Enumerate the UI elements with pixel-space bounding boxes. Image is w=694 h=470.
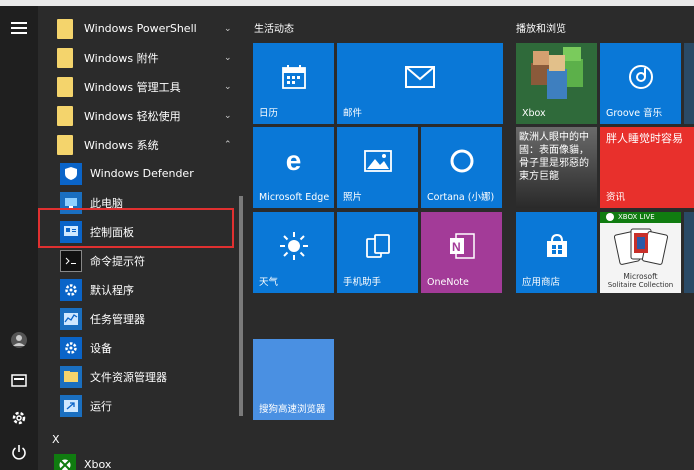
edge-icon: e xyxy=(285,145,302,177)
section-title-play: 播放和浏览 xyxy=(516,24,566,35)
app-item-accessories[interactable]: Windows 附件 ⌄ xyxy=(38,43,243,72)
tile-sogou-browser[interactable]: 搜狗高速浏览器 xyxy=(253,339,334,420)
task-manager-icon xyxy=(60,307,82,330)
folder-icon xyxy=(52,45,78,71)
groove-music-icon xyxy=(628,64,654,90)
folder-icon xyxy=(52,103,78,129)
tile-photos[interactable]: 照片 xyxy=(337,127,418,208)
app-item-windows-system[interactable]: Windows 系统 ⌃ xyxy=(38,130,243,159)
app-item-defender[interactable]: Windows Defender xyxy=(38,159,243,188)
tile-xbox[interactable]: Xbox xyxy=(516,43,597,124)
terminal-icon xyxy=(60,249,82,272)
sun-icon xyxy=(279,231,309,261)
hamburger-menu-icon[interactable] xyxy=(9,18,29,38)
chevron-down-icon: ⌄ xyxy=(224,81,232,92)
photos-icon xyxy=(363,150,392,172)
tile-weather[interactable]: 天气 xyxy=(253,212,334,293)
tile-cortana[interactable]: Cortana (小娜) xyxy=(421,127,502,208)
phone-icon xyxy=(365,233,391,259)
xbox-logo-icon xyxy=(606,213,614,221)
mail-icon xyxy=(405,66,435,89)
app-item-xbox[interactable]: Xbox xyxy=(38,450,243,470)
tile-solitaire[interactable]: XBOX LIVE Microsoft Solitaire Collection xyxy=(600,212,681,293)
tile-partial-right[interactable] xyxy=(684,43,694,124)
section-letter-x[interactable]: X xyxy=(52,433,60,446)
gear-icon xyxy=(60,278,82,301)
section-title-life: 生活动态 xyxy=(254,24,294,35)
power-icon[interactable] xyxy=(9,442,29,462)
app-item-powershell[interactable]: Windows PowerShell ⌄ xyxy=(38,14,243,43)
cortana-icon xyxy=(449,148,475,174)
calendar-icon xyxy=(281,64,307,90)
tile-info[interactable]: 胖人睡觉时容易 资讯 xyxy=(600,127,694,208)
app-item-task-manager[interactable]: 任务管理器 xyxy=(38,304,243,333)
start-rail xyxy=(0,6,38,470)
app-item-run[interactable]: 运行 xyxy=(38,391,243,420)
chevron-down-icon: ⌄ xyxy=(224,23,232,34)
xbox-avatar-icon xyxy=(527,45,587,105)
file-explorer-icon[interactable] xyxy=(9,370,29,390)
app-item-ease-of-access[interactable]: Windows 轻松使用 ⌄ xyxy=(38,101,243,130)
svg-text:N: N xyxy=(452,240,461,254)
onenote-icon: N xyxy=(448,232,476,260)
run-icon xyxy=(60,394,82,417)
user-avatar-icon[interactable] xyxy=(9,330,29,350)
app-item-file-explorer[interactable]: 文件资源管理器 xyxy=(38,362,243,391)
settings-gear-icon[interactable] xyxy=(9,408,29,428)
playing-cards-icon xyxy=(613,227,669,267)
tile-calendar[interactable]: 日历 xyxy=(253,43,334,124)
app-item-cmd[interactable]: 命令提示符 xyxy=(38,246,243,275)
folder-icon xyxy=(52,16,78,42)
app-item-admin-tools[interactable]: Windows 管理工具 ⌄ xyxy=(38,72,243,101)
gear-icon xyxy=(60,336,82,359)
tile-news[interactable]: 歐洲人眼中的中國：表面像貓，骨子里是邪惡的東方巨龍 xyxy=(516,127,597,208)
chevron-down-icon: ⌄ xyxy=(224,110,232,121)
control-panel-highlight-box xyxy=(38,208,234,248)
tile-phone-companion[interactable]: 手机助手 xyxy=(337,212,418,293)
tile-mail[interactable]: 邮件 xyxy=(337,43,503,124)
app-item-default-programs[interactable]: 默认程序 xyxy=(38,275,243,304)
tile-edge[interactable]: e Microsoft Edge xyxy=(253,127,334,208)
app-item-devices[interactable]: 设备 xyxy=(38,333,243,362)
chevron-down-icon: ⌄ xyxy=(224,52,232,63)
folder-icon xyxy=(60,365,82,388)
xbox-icon xyxy=(52,452,78,470)
folder-icon xyxy=(52,74,78,100)
tile-onenote[interactable]: N OneNote xyxy=(421,212,502,293)
app-list-scrollbar[interactable] xyxy=(239,196,243,416)
tile-store[interactable]: 应用商店 xyxy=(516,212,597,293)
tile-partial-right-2[interactable] xyxy=(684,212,694,293)
store-bag-icon xyxy=(544,233,570,259)
chevron-up-icon: ⌃ xyxy=(224,139,232,150)
folder-icon xyxy=(52,132,78,158)
shield-icon xyxy=(60,162,82,185)
tile-groove[interactable]: Groove 音乐 xyxy=(600,43,681,124)
